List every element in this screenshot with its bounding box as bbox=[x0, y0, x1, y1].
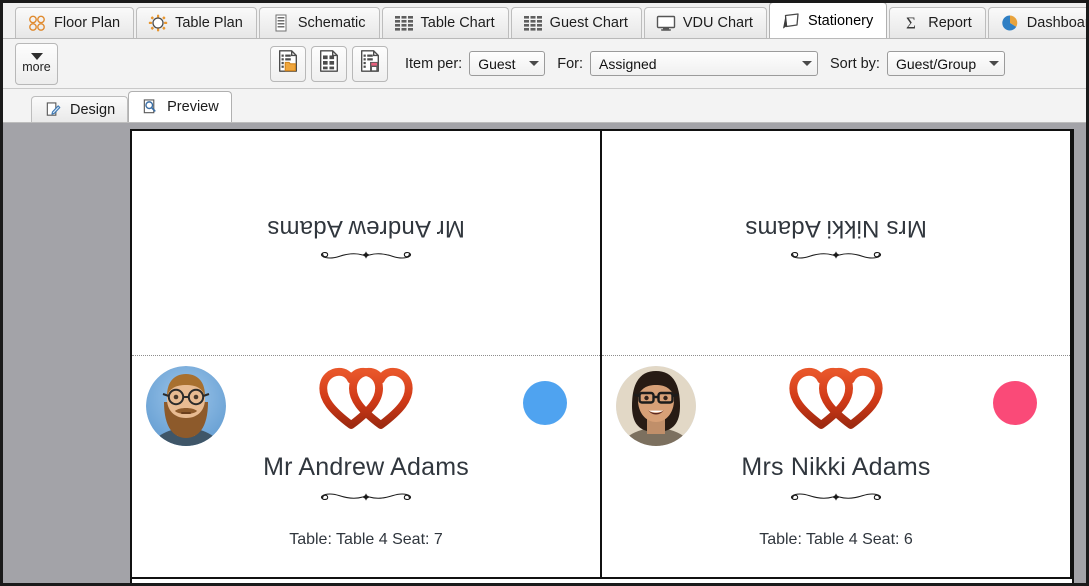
tab-table-plan[interactable]: Table Plan bbox=[136, 7, 257, 38]
place-card[interactable]: Mr Andrew Adams Mr Andrew Adams Table: T… bbox=[132, 131, 602, 579]
chevron-down-icon bbox=[30, 53, 43, 61]
new-stationery-button[interactable] bbox=[311, 45, 347, 82]
tab-label: Table Plan bbox=[175, 15, 243, 31]
chevron-down-icon bbox=[988, 61, 999, 66]
tab-guest-chart[interactable]: Guest Chart bbox=[510, 7, 642, 38]
document-open-icon bbox=[276, 49, 300, 78]
place-card-seat: Table: Table 4 Seat: 7 bbox=[289, 531, 443, 548]
place-card-seat: Table: Table 4 Seat: 6 bbox=[759, 531, 913, 548]
item-per-value: Guest bbox=[478, 55, 516, 72]
tab-stationery[interactable]: Stationery bbox=[768, 2, 888, 38]
save-stationery-button[interactable] bbox=[352, 45, 388, 82]
place-card-name-mirrored: Mr Andrew Adams bbox=[267, 215, 465, 242]
chevron-down-icon bbox=[802, 61, 812, 66]
sort-by-label: Sort by: bbox=[830, 55, 880, 72]
flourish-divider-icon bbox=[132, 489, 600, 504]
monitor-icon bbox=[656, 14, 676, 32]
tab-vdu-chart[interactable]: VDU Chart bbox=[643, 7, 767, 38]
item-per-select[interactable]: Guest bbox=[469, 51, 546, 76]
tab-preview[interactable]: Preview bbox=[128, 91, 232, 122]
design-preview-tabs: Design Preview bbox=[3, 89, 1086, 123]
tab-label: Stationery bbox=[807, 12, 874, 29]
place-card-name: Mr Andrew Adams bbox=[263, 453, 469, 481]
tab-table-chart[interactable]: Table Chart bbox=[381, 7, 509, 38]
place-card-fold-top: Mr Andrew Adams bbox=[132, 131, 600, 355]
place-card-fold-top: Mrs Nikki Adams bbox=[602, 131, 1070, 355]
for-value: Assigned bbox=[599, 55, 657, 72]
tab-label: Floor Plan bbox=[54, 15, 121, 31]
tab-schematic[interactable]: Schematic bbox=[258, 7, 380, 38]
tab-label: Dashboard bbox=[1026, 15, 1089, 31]
for-select[interactable]: Assigned bbox=[590, 51, 818, 76]
for-label: For: bbox=[557, 55, 583, 72]
tab-design[interactable]: Design bbox=[31, 96, 129, 122]
flourish-divider-icon bbox=[786, 248, 886, 263]
stationery-icon bbox=[781, 12, 801, 30]
floor-plan-icon bbox=[27, 14, 47, 32]
subtab-label: Preview bbox=[167, 99, 219, 115]
document-save-icon bbox=[358, 49, 382, 78]
flourish-divider-icon bbox=[602, 489, 1070, 504]
tab-label: Guest Chart bbox=[549, 15, 628, 31]
tab-floor-plan[interactable]: Floor Plan bbox=[15, 7, 135, 38]
more-button[interactable]: more bbox=[15, 42, 58, 85]
document-grid-icon bbox=[317, 49, 341, 78]
status-dot bbox=[993, 381, 1037, 425]
ribbon-tab-strip: Floor Plan Table Plan Schematic Table Ch… bbox=[3, 2, 1089, 39]
schematic-icon bbox=[271, 14, 291, 32]
pencil-document-icon bbox=[44, 101, 64, 119]
tab-dashboard[interactable]: Dashboard bbox=[987, 7, 1089, 38]
table-plan-icon bbox=[148, 14, 168, 32]
subtab-label: Design bbox=[70, 101, 116, 118]
flourish-divider-icon bbox=[316, 248, 416, 263]
tab-label: Report bbox=[928, 15, 972, 31]
ribbon-body: more Item per: Guest For: Assigned Sort … bbox=[3, 39, 1086, 88]
more-button-label: more bbox=[22, 60, 51, 75]
tab-label: Schematic bbox=[297, 15, 366, 31]
place-card-front: Mrs Nikki Adams Table: Table 4 Seat: 6 bbox=[602, 356, 1070, 577]
tab-label: VDU Chart bbox=[682, 15, 753, 31]
tab-label: Table Chart bbox=[420, 15, 495, 31]
place-card[interactable]: Mrs Nikki Adams Mrs Nikki Adams Table: T… bbox=[602, 131, 1072, 579]
tab-report[interactable]: Σ Report bbox=[889, 7, 986, 38]
sort-by-select[interactable]: Guest/Group bbox=[886, 51, 1005, 76]
place-card-front: Mr Andrew Adams Table: Table 4 Seat: 7 bbox=[132, 356, 600, 577]
guest-chart-icon bbox=[523, 14, 543, 32]
svg-text:Σ: Σ bbox=[906, 14, 916, 32]
sort-by-value: Guest/Group bbox=[895, 55, 977, 72]
stationery-page-sheet: Mr Andrew Adams Mr Andrew Adams Table: T… bbox=[130, 129, 1074, 583]
table-chart-icon bbox=[394, 14, 414, 32]
item-per-label: Item per: bbox=[405, 55, 463, 72]
pie-chart-icon bbox=[1000, 14, 1020, 32]
stationery-preview-canvas[interactable]: Mr Andrew Adams Mr Andrew Adams Table: T… bbox=[3, 123, 1086, 583]
ribbon: Floor Plan Table Plan Schematic Table Ch… bbox=[3, 2, 1089, 89]
sigma-icon: Σ bbox=[901, 14, 921, 33]
stationery-preview-window: Floor Plan Table Plan Schematic Table Ch… bbox=[0, 0, 1089, 586]
place-card-name: Mrs Nikki Adams bbox=[741, 453, 931, 481]
status-dot bbox=[523, 381, 567, 425]
place-card-name-mirrored: Mrs Nikki Adams bbox=[745, 215, 927, 242]
magnifier-document-icon bbox=[141, 98, 161, 116]
open-stationery-button[interactable] bbox=[270, 45, 306, 82]
chevron-down-icon bbox=[529, 61, 540, 66]
